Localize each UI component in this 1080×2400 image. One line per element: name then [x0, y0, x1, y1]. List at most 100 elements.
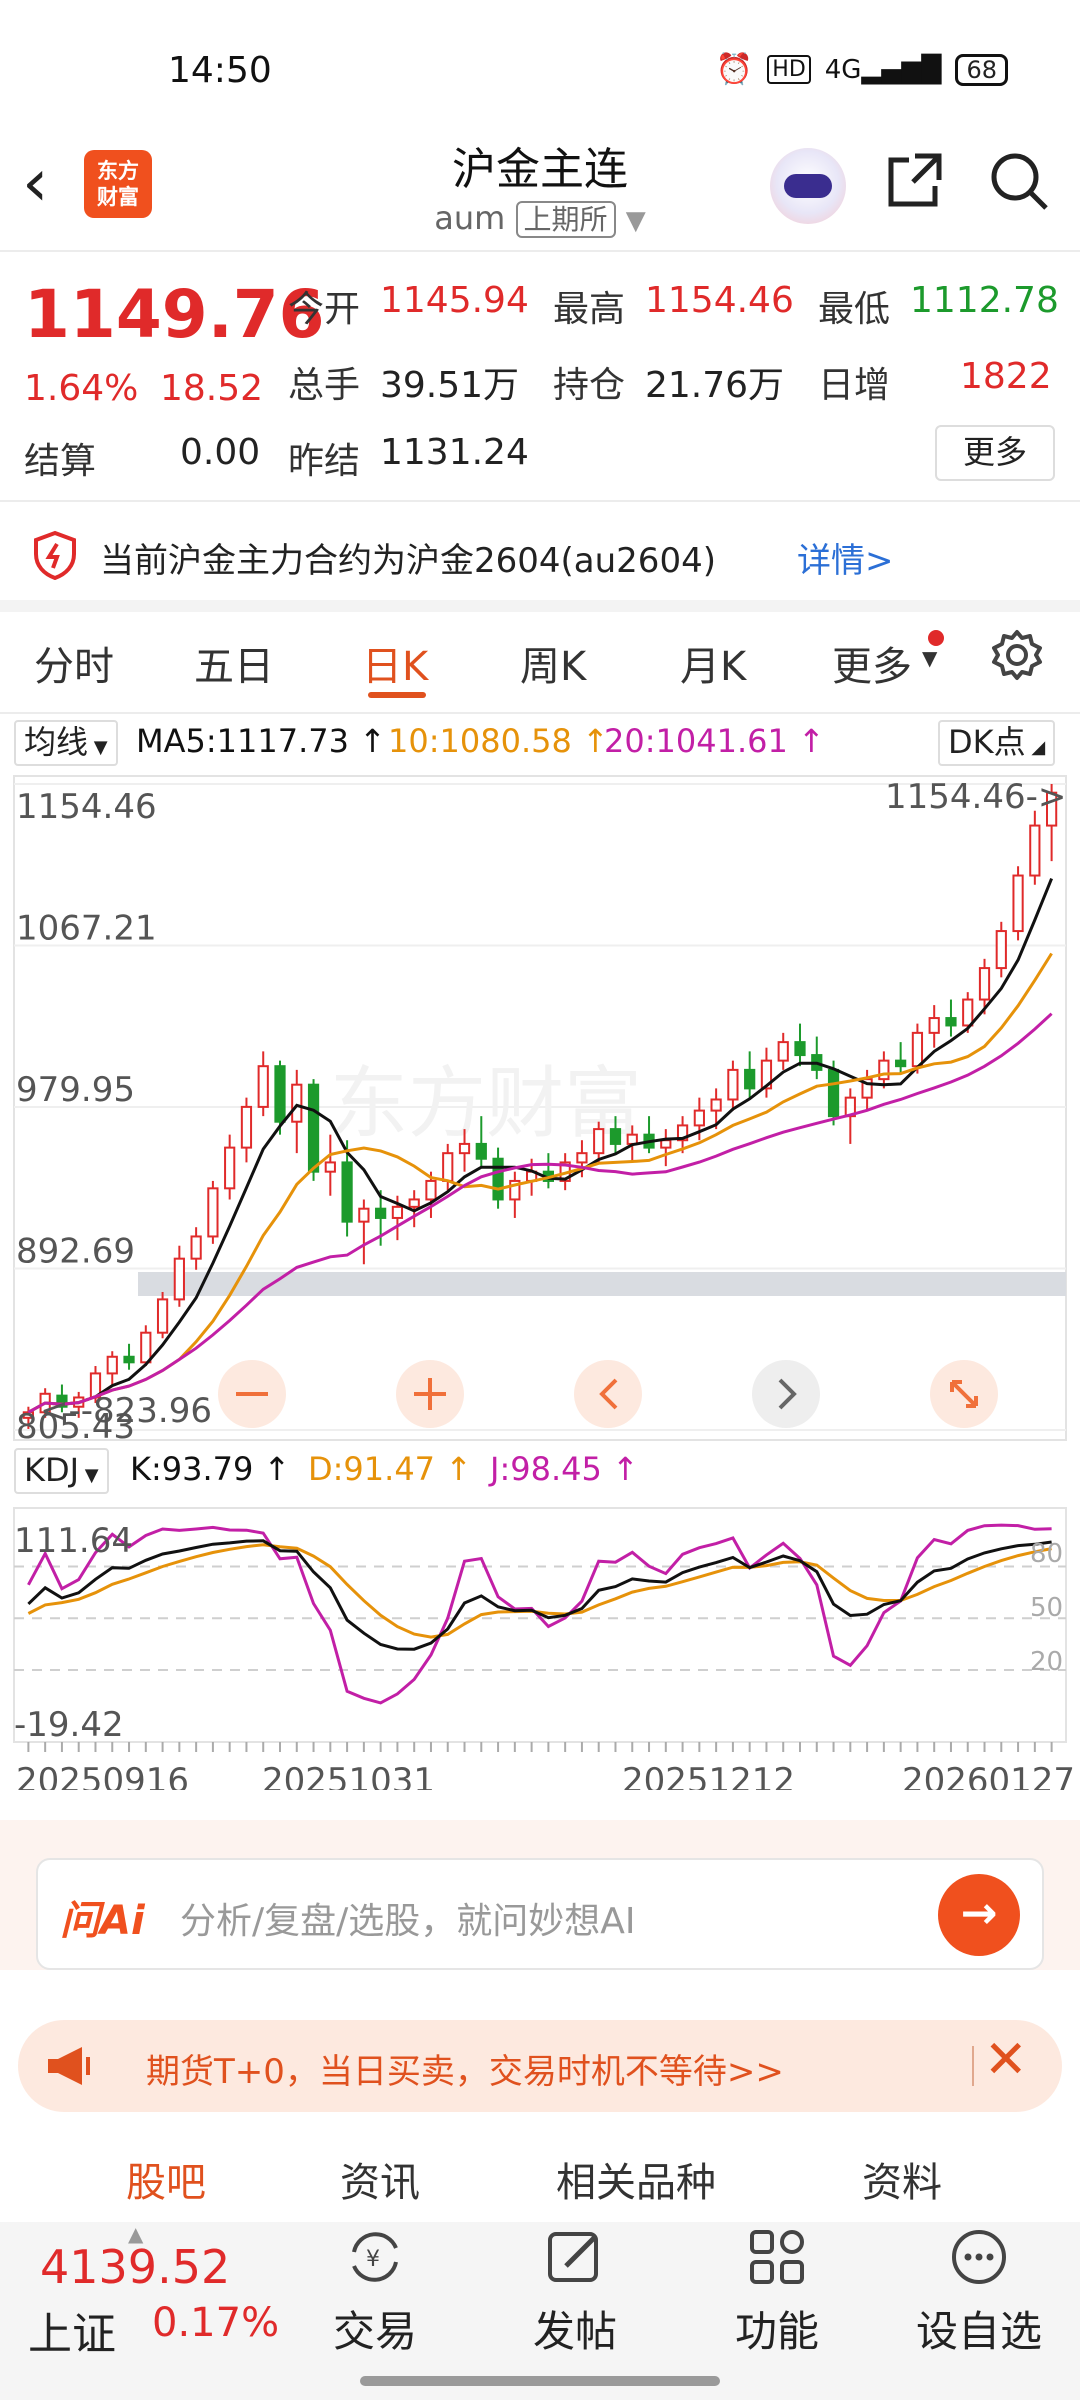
- network-type: 4G: [824, 54, 862, 85]
- kdj-min-label: -19.42: [14, 1705, 124, 1745]
- ai-assistant-avatar[interactable]: [770, 148, 846, 224]
- ma20-value: 20:1041.61 ↑: [604, 722, 825, 760]
- corner-icon: ◢: [1025, 737, 1046, 758]
- kdj-ref-80: 80: [1030, 1539, 1063, 1569]
- exchange-tag: 上期所: [515, 201, 616, 238]
- candle-down: [274, 1065, 286, 1123]
- ai-placeholder[interactable]: 分析/复盘/选股，就问妙想AI: [180, 1892, 636, 1944]
- settle-label: 结算: [24, 441, 97, 482]
- kline-chart[interactable]: 东方财富 1154.461067.21979.95892.69805.43 11…: [0, 770, 1080, 1790]
- edit-icon: [548, 2232, 598, 2282]
- candle-up: [425, 1179, 437, 1201]
- divider: [972, 2046, 974, 2086]
- tab-intraday[interactable]: 分时: [34, 634, 114, 692]
- max-price-marker: 1154.46->: [885, 777, 1066, 817]
- nav-add-watchlist-label: 设自选: [915, 2307, 1042, 2356]
- candle-up: [408, 1198, 420, 1208]
- divider: [0, 250, 1080, 252]
- nav-trade-label: 交易: [332, 2307, 417, 2356]
- tab-monthly-k[interactable]: 月K: [680, 634, 746, 692]
- prev-settle-label: 昨结: [288, 441, 361, 482]
- candle-up: [660, 1139, 672, 1149]
- tab-weekly-k[interactable]: 周K: [520, 634, 586, 692]
- candle-up: [928, 1017, 940, 1034]
- indicator-selector-ma[interactable]: 均线 ▼: [14, 720, 118, 766]
- apps-icon: [750, 2230, 804, 2284]
- open-interest-label: 持仓: [553, 365, 626, 406]
- daily-increase-label: 日增: [818, 365, 891, 406]
- index-value[interactable]: 4139.52: [40, 2240, 230, 2294]
- tab-related[interactable]: 相关品种: [556, 2150, 716, 2208]
- high-label: 最高: [553, 289, 626, 330]
- dk-point-button[interactable]: DK点 ◢: [938, 720, 1056, 766]
- contract-code: aum: [434, 199, 506, 237]
- kdj-plot-frame: [13, 1507, 1067, 1743]
- min-price-marker: <--823.96: [40, 1391, 212, 1431]
- more-dots-icon: [952, 2230, 1006, 2284]
- candle-up: [593, 1128, 605, 1155]
- index-percent[interactable]: 0.17%: [152, 2300, 279, 2346]
- open-label: 今开: [288, 289, 361, 330]
- nav-post[interactable]: 发帖: [500, 2226, 650, 2359]
- candle-up: [156, 1298, 169, 1334]
- tab-daily-k[interactable]: 日K: [362, 634, 428, 692]
- promo-text[interactable]: 期货T+0，当日买卖，交易时机不等待>>: [146, 2044, 784, 2093]
- candle-up: [207, 1187, 219, 1238]
- candle-up: [626, 1133, 638, 1145]
- low-label: 最低: [818, 289, 891, 330]
- index-name[interactable]: 上证: [28, 2298, 116, 2362]
- scroll-right-button[interactable]: [752, 1360, 820, 1428]
- hd-icon: HD: [767, 55, 811, 84]
- volume-label: 总手: [288, 365, 361, 406]
- candle-up: [458, 1142, 471, 1155]
- notice-detail-link[interactable]: 详情>: [797, 533, 894, 582]
- prev-settle-value: 1131.24: [380, 432, 529, 473]
- share-icon[interactable]: [885, 150, 945, 210]
- gear-icon[interactable]: [990, 628, 1044, 682]
- battery-icon: 68: [955, 53, 1008, 86]
- divider: [0, 712, 1080, 714]
- price-band-highlight: [138, 1272, 1066, 1296]
- candle-up: [324, 1161, 336, 1173]
- nav-functions[interactable]: 功能: [702, 2226, 852, 2359]
- tab-guba[interactable]: 股吧: [126, 2150, 206, 2208]
- candle-up: [173, 1257, 185, 1301]
- daily-increase-value: 1822: [960, 356, 1052, 397]
- tab-more[interactable]: 更多: [832, 634, 912, 692]
- ma5-text: MA5:1117.73: [136, 722, 349, 760]
- candle-up: [911, 1031, 924, 1068]
- more-quote-button[interactable]: 更多: [935, 425, 1055, 481]
- ma20-text: 20:1041.61: [604, 722, 788, 760]
- search-icon[interactable]: [988, 150, 1050, 212]
- price-axis-label: 979.95: [16, 1070, 135, 1110]
- zoom-in-button[interactable]: [396, 1360, 464, 1428]
- candle-up: [878, 1059, 890, 1081]
- tab-five-day[interactable]: 五日: [194, 634, 274, 692]
- divider: [0, 600, 1080, 612]
- tab-profile[interactable]: 资料: [862, 2150, 942, 2208]
- candle-down: [827, 1068, 840, 1118]
- candle-up: [140, 1331, 152, 1364]
- nav-post-label: 发帖: [532, 2307, 617, 2356]
- close-icon[interactable]: ✕: [984, 2030, 1028, 2090]
- fullscreen-button[interactable]: [930, 1360, 998, 1428]
- trade-icon: ¥: [352, 2232, 398, 2282]
- candle-up: [1012, 874, 1024, 933]
- candle-down: [123, 1355, 135, 1364]
- arrow-right-icon[interactable]: →: [938, 1874, 1020, 1956]
- shield-alert-icon: [34, 530, 76, 580]
- tab-news[interactable]: 资讯: [340, 2150, 420, 2208]
- active-tab-indicator: [368, 692, 426, 698]
- nav-trade[interactable]: ¥ 交易: [300, 2226, 450, 2359]
- candle-up: [576, 1152, 588, 1164]
- candle-up: [190, 1235, 202, 1260]
- scroll-left-button[interactable]: [574, 1360, 642, 1428]
- candle-down: [609, 1128, 622, 1145]
- date-label-start: 20250916: [16, 1761, 189, 1790]
- zoom-out-button[interactable]: [218, 1360, 286, 1428]
- candle-up: [442, 1152, 454, 1182]
- candle-up: [291, 1083, 303, 1123]
- candle-up: [978, 967, 991, 1001]
- nav-add-watchlist[interactable]: 设自选: [904, 2226, 1054, 2359]
- chevron-down-icon[interactable]: ▼: [626, 206, 646, 236]
